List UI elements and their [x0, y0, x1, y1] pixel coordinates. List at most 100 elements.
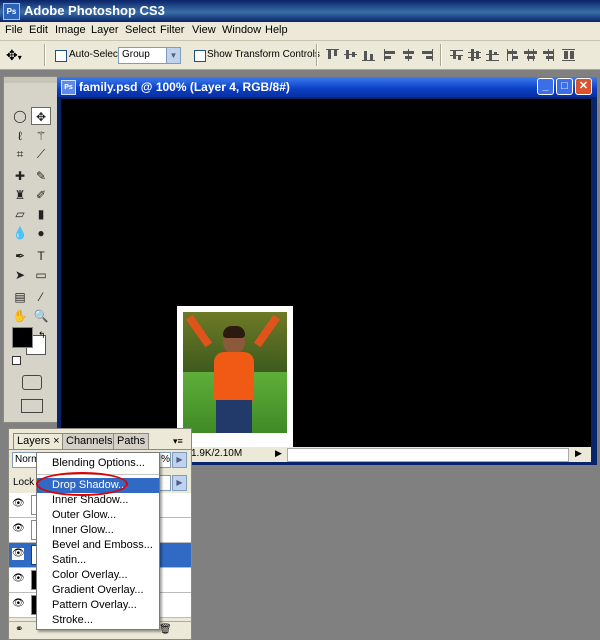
menu-filter[interactable]: Filter — [160, 24, 184, 36]
close-tab-icon[interactable]: × — [53, 435, 59, 447]
quick-mask-icon[interactable] — [22, 375, 42, 390]
eyedropper-tool-icon[interactable]: ⁄ — [31, 288, 51, 306]
pen-tool-icon[interactable]: ✒ — [10, 247, 30, 265]
opacity-arrow-icon[interactable]: ▶ — [172, 452, 187, 468]
align-bottom-icon[interactable] — [362, 49, 375, 61]
menu-item-bevel-emboss[interactable]: Bevel and Emboss... — [37, 538, 159, 553]
visibility-eye-icon[interactable]: 👁 — [12, 523, 25, 535]
menu-window[interactable]: Window — [222, 24, 261, 36]
menu-image[interactable]: Image — [55, 24, 86, 36]
path-selection-tool-icon[interactable]: ➤ — [10, 266, 30, 284]
gradient-tool-icon[interactable]: ▮ — [31, 205, 51, 223]
document-size: 1.9K/2.10M — [191, 448, 243, 459]
menu-file[interactable]: File — [5, 24, 23, 36]
document-window: Ps family.psd @ 100% (Layer 4, RGB/8#) _… — [57, 77, 597, 465]
visibility-eye-icon[interactable]: 👁 — [12, 548, 25, 560]
align-vertical-center-icon[interactable] — [344, 49, 357, 61]
fill-arrow-icon[interactable]: ▶ — [172, 475, 187, 491]
menu-item-outer-glow[interactable]: Outer Glow... — [37, 508, 159, 523]
show-transform-checkbox[interactable] — [194, 50, 206, 62]
align-left-icon[interactable] — [384, 49, 397, 61]
auto-select-checkbox[interactable] — [55, 50, 67, 62]
clone-stamp-tool-icon[interactable]: ♜ — [10, 186, 30, 204]
healing-brush-tool-icon[interactable]: ✚ — [10, 167, 30, 185]
minimize-button[interactable]: _ — [537, 78, 554, 95]
history-brush-tool-icon[interactable]: ✐ — [31, 186, 51, 204]
notes-tool-icon[interactable]: ▤ — [10, 288, 30, 306]
distribute-vertical-center-icon[interactable] — [468, 49, 481, 61]
photoshop-icon: Ps — [3, 3, 20, 20]
menu-item-stroke[interactable]: Stroke... — [37, 613, 159, 628]
align-horizontal-center-icon[interactable] — [402, 49, 415, 61]
menu-item-label: Color Overlay... — [52, 569, 128, 581]
distribute-left-icon[interactable] — [506, 49, 519, 61]
menu-item-color-overlay[interactable]: Color Overlay... — [37, 568, 159, 583]
default-colors-icon[interactable] — [12, 356, 21, 365]
distribute-bottom-icon[interactable] — [486, 49, 499, 61]
scroll-right-arrow-icon[interactable]: ▶ — [575, 448, 582, 459]
child-photo — [183, 312, 287, 433]
foreground-color-swatch[interactable] — [12, 327, 33, 348]
horizontal-scrollbar[interactable] — [287, 448, 569, 462]
auto-select-value: Group — [122, 49, 150, 60]
menu-item-gradient-overlay[interactable]: Gradient Overlay... — [37, 583, 159, 598]
document-canvas[interactable] — [61, 99, 591, 454]
maximize-button[interactable]: □ — [556, 78, 573, 95]
align-top-icon[interactable] — [326, 49, 339, 61]
menu-view[interactable]: View — [192, 24, 216, 36]
eraser-tool-icon[interactable]: ▱ — [10, 205, 30, 223]
auto-select-dropdown[interactable]: Group ▼ — [118, 47, 181, 64]
menu-help[interactable]: Help — [265, 24, 288, 36]
close-button[interactable]: ✕ — [575, 78, 592, 95]
align-right-icon[interactable] — [420, 49, 433, 61]
menu-item-label: Satin... — [52, 554, 87, 566]
tab-paths-label: Paths — [117, 435, 146, 447]
hand-tool-icon[interactable]: ✋ — [10, 307, 30, 325]
link-layers-icon[interactable]: ⚭ — [15, 624, 23, 635]
blur-tool-icon[interactable]: 💧 — [10, 224, 30, 242]
delete-layer-icon[interactable]: 🗑 — [159, 624, 172, 635]
status-menu-arrow-icon[interactable]: ▶ — [275, 448, 282, 459]
tab-channels[interactable]: Channels — [62, 433, 117, 449]
distribute-right-icon[interactable] — [542, 49, 555, 61]
dodge-tool-icon[interactable]: ● — [31, 224, 51, 242]
menu-item-satin[interactable]: Satin... — [37, 553, 159, 568]
menu-item-pattern-overlay[interactable]: Pattern Overlay... — [37, 598, 159, 613]
options-divider — [316, 44, 318, 66]
distribute-horizontal-center-icon[interactable] — [524, 49, 537, 61]
auto-align-layers-icon[interactable] — [562, 49, 575, 61]
menu-item-label: Outer Glow... — [52, 509, 117, 521]
zoom-tool-icon[interactable]: 🔍 — [31, 307, 51, 325]
toolbox-grip[interactable] — [4, 77, 57, 83]
menu-item-label: Bevel and Emboss... — [52, 539, 153, 551]
move-tool-preset-icon[interactable]: ✥▾ — [6, 45, 38, 65]
brush-tool-icon[interactable]: ✎ — [31, 167, 51, 185]
panel-menu-icon[interactable]: ▾≡ — [173, 436, 183, 447]
menu-item-inner-glow[interactable]: Inner Glow... — [37, 523, 159, 538]
document-icon: Ps — [61, 80, 76, 95]
shape-tool-icon[interactable]: ▭ — [31, 266, 51, 284]
tab-layers[interactable]: Layers × — [13, 433, 64, 449]
menu-select[interactable]: Select — [125, 24, 156, 36]
menu-edit[interactable]: Edit — [29, 24, 48, 36]
menu-item-label: Stroke... — [52, 614, 93, 626]
swap-colors-icon[interactable]: ↰ — [38, 330, 46, 341]
slice-tool-icon[interactable]: ⟋ — [31, 145, 51, 163]
distribute-top-icon[interactable] — [450, 49, 463, 61]
menu-item-blending-options[interactable]: Blending Options... — [37, 456, 159, 471]
move-tool-icon[interactable]: ✥ — [31, 107, 51, 125]
menu-layer[interactable]: Layer — [91, 24, 119, 36]
menu-bar: File Edit Image Layer Select Filter View… — [0, 22, 600, 41]
app-title-bar: Ps Adobe Photoshop CS3 — [0, 0, 600, 22]
lasso-tool-icon[interactable]: ℓ — [10, 127, 30, 145]
tab-paths[interactable]: Paths — [113, 433, 150, 449]
crop-tool-icon[interactable]: ⌗ — [10, 145, 30, 163]
magic-wand-tool-icon[interactable]: ⚚ — [31, 127, 51, 145]
visibility-eye-icon[interactable]: 👁 — [12, 573, 25, 585]
chevron-down-icon: ▼ — [166, 48, 180, 63]
visibility-eye-icon[interactable]: 👁 — [12, 598, 25, 610]
screen-mode-icon[interactable] — [21, 399, 43, 413]
marquee-tool-icon[interactable]: ◯ — [10, 107, 30, 125]
visibility-eye-icon[interactable]: 👁 — [12, 498, 25, 510]
type-tool-icon[interactable]: T — [31, 247, 51, 265]
